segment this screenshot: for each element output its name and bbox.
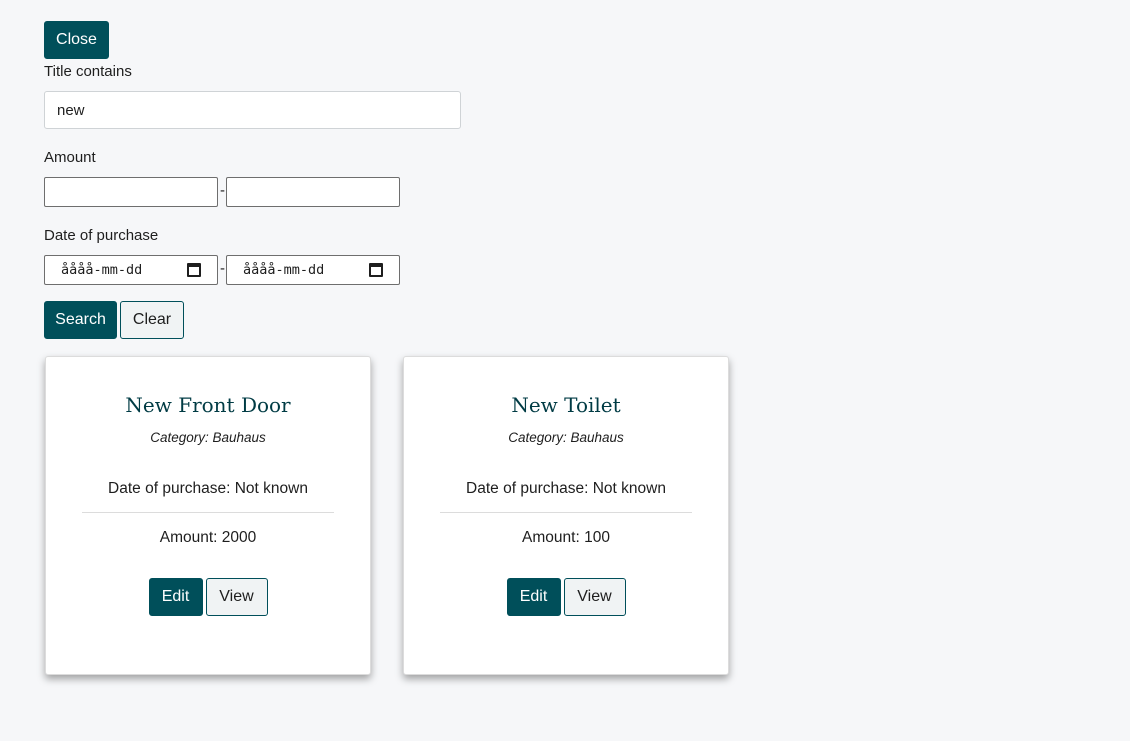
result-card: New Toilet Category: Bauhaus Date of pur… [403, 356, 729, 675]
edit-button[interactable]: Edit [148, 578, 203, 616]
view-button[interactable]: View [205, 578, 268, 616]
card-amount: Amount: 100 [522, 529, 610, 546]
view-button[interactable]: View [563, 578, 626, 616]
date-filter-label: Date of purchase [44, 227, 159, 244]
date-from-input[interactable]: åååå-mm-dd [44, 255, 218, 285]
result-card: New Front Door Category: Bauhaus Date of… [45, 356, 371, 675]
title-filter-input[interactable] [44, 91, 461, 129]
card-title: New Toilet [511, 393, 621, 417]
card-divider [82, 512, 334, 513]
amount-min-input[interactable] [44, 177, 218, 207]
date-to-input[interactable]: åååå-mm-dd [226, 255, 400, 285]
search-button[interactable]: Search [44, 301, 117, 339]
amount-filter-label: Amount [44, 149, 96, 166]
edit-button[interactable]: Edit [506, 578, 561, 616]
card-title: New Front Door [125, 393, 291, 417]
card-purchase-date: Date of purchase: Not known [108, 480, 308, 497]
clear-button[interactable]: Clear [120, 301, 184, 339]
card-actions: Edit View [404, 578, 728, 616]
close-button[interactable]: Close [44, 21, 109, 59]
date-to-placeholder: åååå-mm-dd [243, 262, 325, 278]
card-purchase-date: Date of purchase: Not known [466, 480, 666, 497]
card-amount: Amount: 2000 [159, 529, 257, 546]
card-category: Category: Bauhaus [508, 430, 624, 445]
card-divider [440, 512, 692, 513]
card-category: Category: Bauhaus [150, 430, 266, 445]
date-range-separator: - [220, 260, 225, 277]
title-filter-label: Title contains [44, 63, 132, 80]
amount-max-input[interactable] [226, 177, 400, 207]
calendar-icon[interactable] [187, 263, 201, 277]
date-from-placeholder: åååå-mm-dd [61, 262, 143, 278]
card-actions: Edit View [46, 578, 370, 616]
amount-range-separator: - [220, 182, 225, 199]
calendar-icon[interactable] [369, 263, 383, 277]
